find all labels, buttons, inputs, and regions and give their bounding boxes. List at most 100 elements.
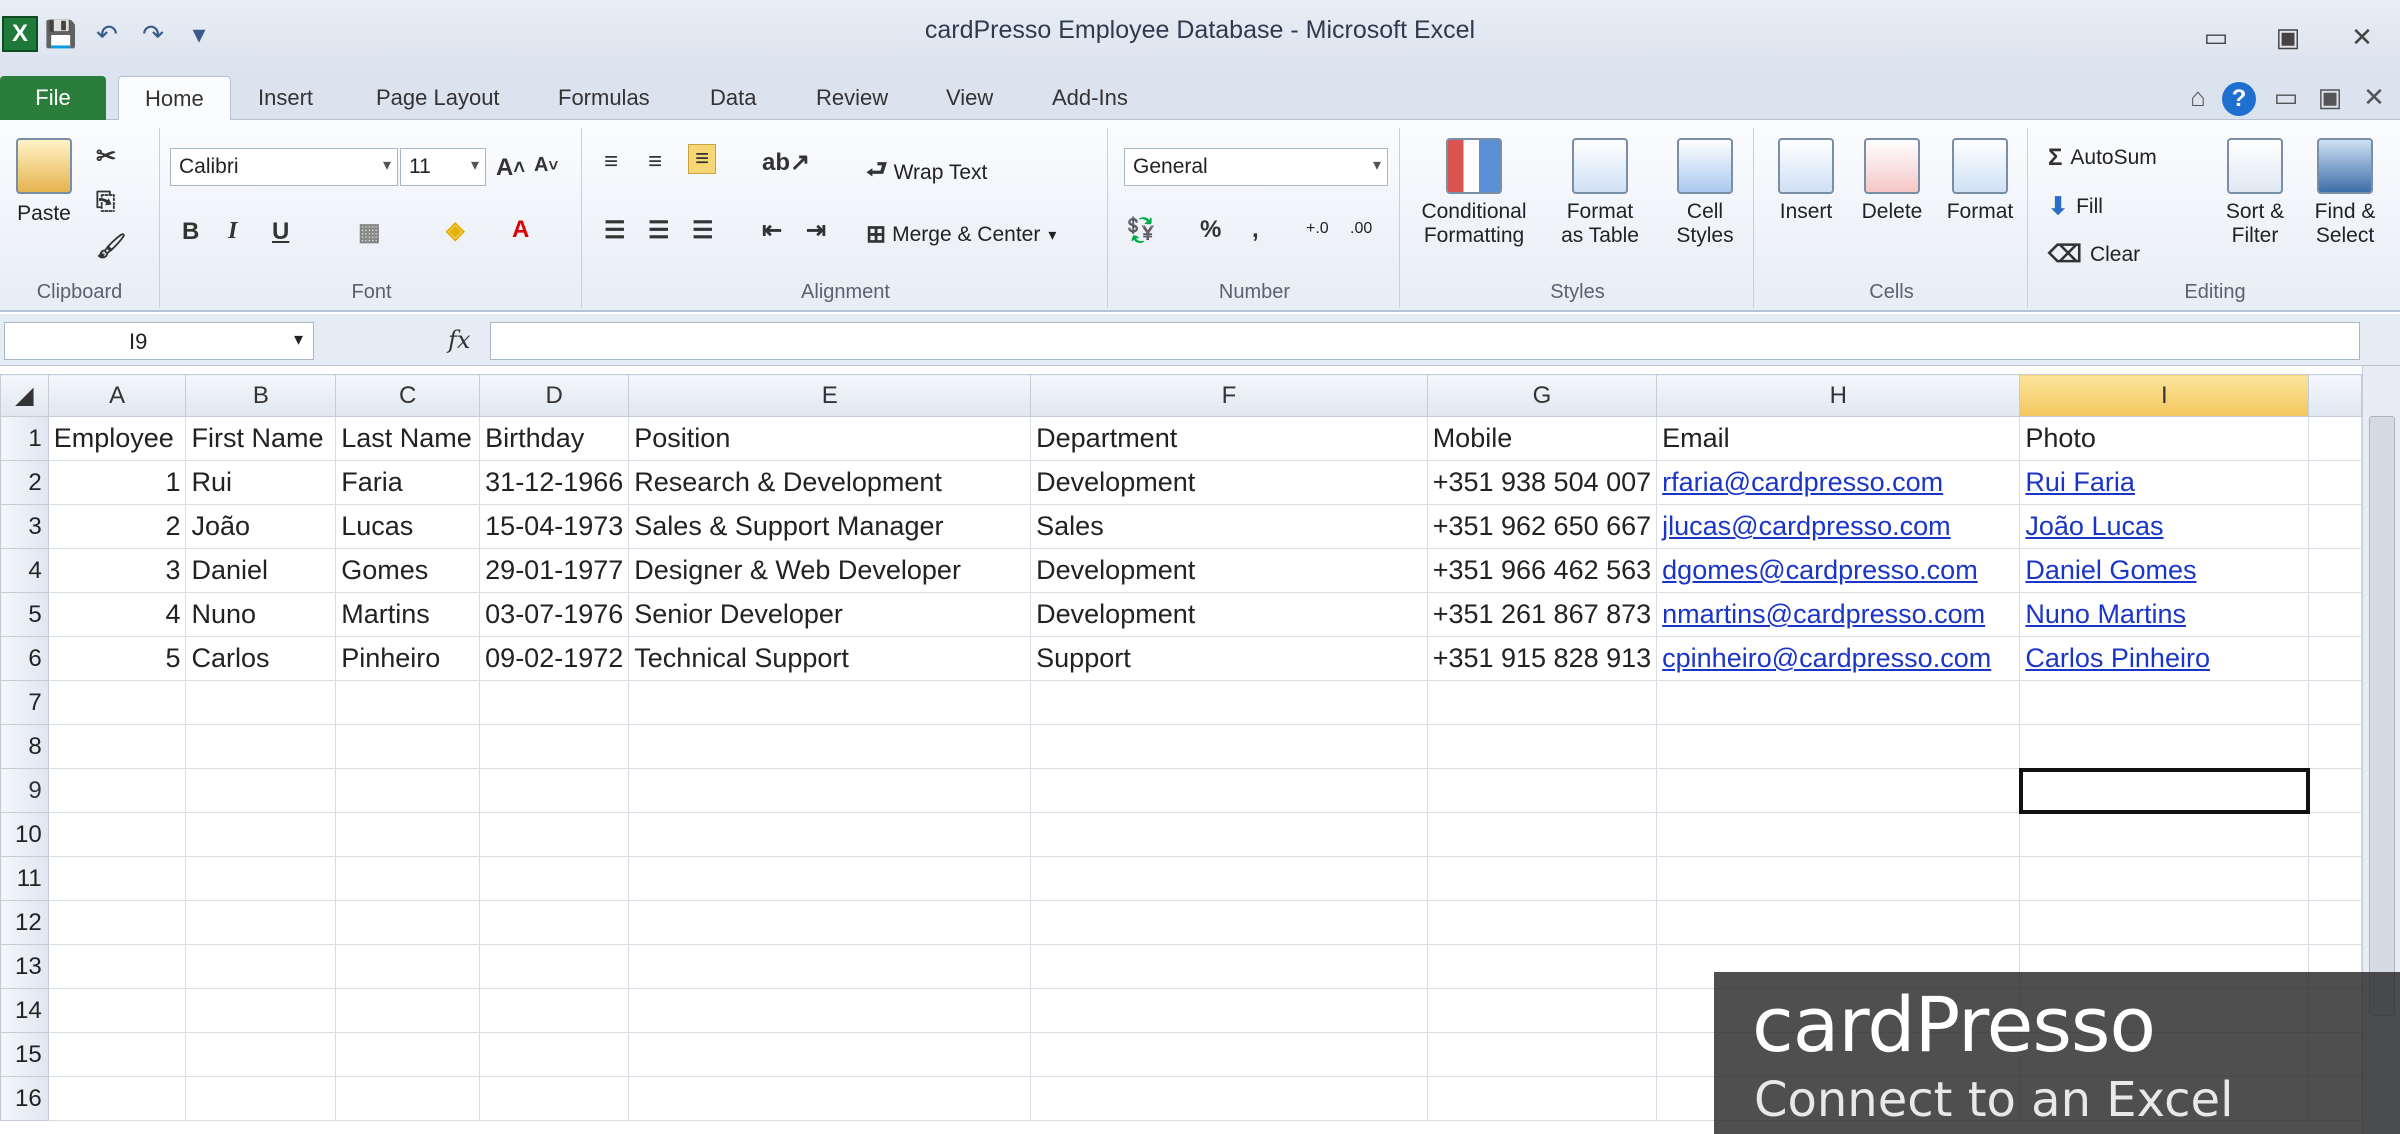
clear-button[interactable]: ⌫ Clear bbox=[2048, 240, 2140, 269]
doc-restore-icon[interactable]: ▣ bbox=[2310, 82, 2350, 113]
cell-a16[interactable] bbox=[47, 1076, 187, 1121]
font-size-select[interactable]: 11 bbox=[400, 148, 486, 186]
cell-f15[interactable] bbox=[1030, 1032, 1428, 1077]
cell-f7[interactable] bbox=[1030, 680, 1428, 725]
cell-h6[interactable]: cpinheiro@cardpresso.com bbox=[1656, 636, 2021, 681]
cell-a13[interactable] bbox=[47, 944, 187, 989]
autosum-button[interactable]: Σ AutoSum bbox=[2048, 144, 2157, 172]
cell-i1[interactable]: Photo bbox=[2019, 416, 2310, 461]
italic-button[interactable]: I bbox=[228, 218, 237, 245]
cell-c16[interactable] bbox=[335, 1076, 481, 1121]
increase-indent-icon[interactable]: ⇥ bbox=[806, 216, 826, 245]
insert-function-icon[interactable]: fx bbox=[448, 326, 470, 354]
cell-a2[interactable]: 1 bbox=[47, 460, 187, 505]
cell-g8[interactable] bbox=[1426, 724, 1658, 769]
cell-i5[interactable]: Nuno Martins bbox=[2019, 592, 2310, 637]
grow-font-icon[interactable]: A ˄ bbox=[496, 154, 525, 182]
cell-d16[interactable] bbox=[479, 1076, 630, 1121]
cell-c7[interactable] bbox=[335, 680, 481, 725]
cell-g1[interactable]: Mobile bbox=[1426, 416, 1658, 461]
tab-data[interactable]: Data bbox=[684, 76, 782, 120]
cell-f13[interactable] bbox=[1030, 944, 1428, 989]
format-cells-button[interactable]: Format bbox=[1938, 138, 2022, 224]
scrollbar-thumb[interactable] bbox=[2369, 416, 2395, 1016]
row-header[interactable]: 11 bbox=[0, 856, 49, 901]
cell-e3[interactable]: Sales & Support Manager bbox=[628, 504, 1032, 549]
row-header[interactable]: 7 bbox=[0, 680, 49, 725]
tab-insert[interactable]: Insert bbox=[232, 76, 339, 120]
cell-a15[interactable] bbox=[47, 1032, 187, 1077]
help-button[interactable]: ? bbox=[2222, 82, 2262, 116]
cell-empty[interactable] bbox=[2308, 812, 2362, 857]
cell-d12[interactable] bbox=[479, 900, 630, 945]
cell-b12[interactable] bbox=[185, 900, 337, 945]
chevron-down-icon[interactable]: ▾ bbox=[294, 329, 303, 350]
cell-b3[interactable]: João bbox=[185, 504, 337, 549]
cell-g6[interactable]: +351 915 828 913 bbox=[1426, 636, 1658, 681]
row-header[interactable]: 9 bbox=[0, 768, 49, 813]
wrap-text-button[interactable]: ⮐ Wrap Text bbox=[866, 152, 987, 193]
cell-f10[interactable] bbox=[1030, 812, 1428, 857]
column-header[interactable]: D bbox=[479, 374, 630, 417]
comma-style-button[interactable]: , bbox=[1252, 216, 1259, 244]
cell-styles-button[interactable]: Cell Styles bbox=[1660, 138, 1750, 248]
cell-d8[interactable] bbox=[479, 724, 630, 769]
cell-e10[interactable] bbox=[628, 812, 1032, 857]
sort-filter-button[interactable]: Sort & Filter bbox=[2212, 138, 2298, 248]
cell-c4[interactable]: Gomes bbox=[335, 548, 481, 593]
cell-b14[interactable] bbox=[185, 988, 337, 1033]
cell-e11[interactable] bbox=[628, 856, 1032, 901]
cell-c6[interactable]: Pinheiro bbox=[335, 636, 481, 681]
cell-f8[interactable] bbox=[1030, 724, 1428, 769]
cell-d9[interactable] bbox=[479, 768, 630, 813]
cell-c8[interactable] bbox=[335, 724, 481, 769]
cell-g11[interactable] bbox=[1426, 856, 1658, 901]
cell-i8[interactable] bbox=[2019, 724, 2310, 769]
row-header[interactable]: 3 bbox=[0, 504, 49, 549]
cell-d10[interactable] bbox=[479, 812, 630, 857]
cell-e9[interactable] bbox=[628, 768, 1032, 813]
number-format-select[interactable]: General bbox=[1124, 148, 1388, 186]
align-bottom-icon[interactable]: ≡ bbox=[688, 144, 717, 174]
cell-d4[interactable]: 29-01-1977 bbox=[479, 548, 630, 593]
cell-d5[interactable]: 03-07-1976 bbox=[479, 592, 630, 637]
column-header[interactable] bbox=[2308, 374, 2362, 417]
cell-a7[interactable] bbox=[47, 680, 187, 725]
delete-cells-button[interactable]: Delete bbox=[1852, 138, 1932, 224]
cell-empty[interactable] bbox=[2308, 592, 2362, 637]
cell-g4[interactable]: +351 966 462 563 bbox=[1426, 548, 1658, 593]
fill-color-icon[interactable]: ◈ bbox=[446, 216, 464, 245]
cell-g12[interactable] bbox=[1426, 900, 1658, 945]
column-header[interactable]: B bbox=[185, 374, 337, 417]
column-header[interactable]: H bbox=[1656, 374, 2021, 417]
cell-a14[interactable] bbox=[47, 988, 187, 1033]
cell-a9[interactable] bbox=[47, 768, 187, 813]
increase-decimal-icon[interactable]: +.0 bbox=[1306, 220, 1329, 238]
cell-g16[interactable] bbox=[1426, 1076, 1658, 1121]
cell-c13[interactable] bbox=[335, 944, 481, 989]
cell-empty[interactable] bbox=[2308, 856, 2362, 901]
cell-c14[interactable] bbox=[335, 988, 481, 1033]
cell-b8[interactable] bbox=[185, 724, 337, 769]
cell-b5[interactable]: Nuno bbox=[185, 592, 337, 637]
bold-button[interactable]: B bbox=[182, 218, 199, 246]
cell-g14[interactable] bbox=[1426, 988, 1658, 1033]
tab-home[interactable]: Home bbox=[118, 76, 231, 120]
cell-d2[interactable]: 31-12-1966 bbox=[479, 460, 630, 505]
cell-b16[interactable] bbox=[185, 1076, 337, 1121]
cell-f1[interactable]: Department bbox=[1030, 416, 1428, 461]
cell-b1[interactable]: First Name bbox=[185, 416, 337, 461]
cell-h12[interactable] bbox=[1656, 900, 2021, 945]
cell-f14[interactable] bbox=[1030, 988, 1428, 1033]
cell-h7[interactable] bbox=[1656, 680, 2021, 725]
cell-c1[interactable]: Last Name bbox=[335, 416, 481, 461]
cell-i10[interactable] bbox=[2019, 812, 2310, 857]
paste-button[interactable]: Paste bbox=[14, 138, 74, 226]
cell-f2[interactable]: Development bbox=[1030, 460, 1428, 505]
cell-f9[interactable] bbox=[1030, 768, 1428, 813]
cell-e1[interactable]: Position bbox=[628, 416, 1032, 461]
cell-e12[interactable] bbox=[628, 900, 1032, 945]
cell-empty[interactable] bbox=[2308, 724, 2362, 769]
cell-i4[interactable]: Daniel Gomes bbox=[2019, 548, 2310, 593]
cell-b13[interactable] bbox=[185, 944, 337, 989]
